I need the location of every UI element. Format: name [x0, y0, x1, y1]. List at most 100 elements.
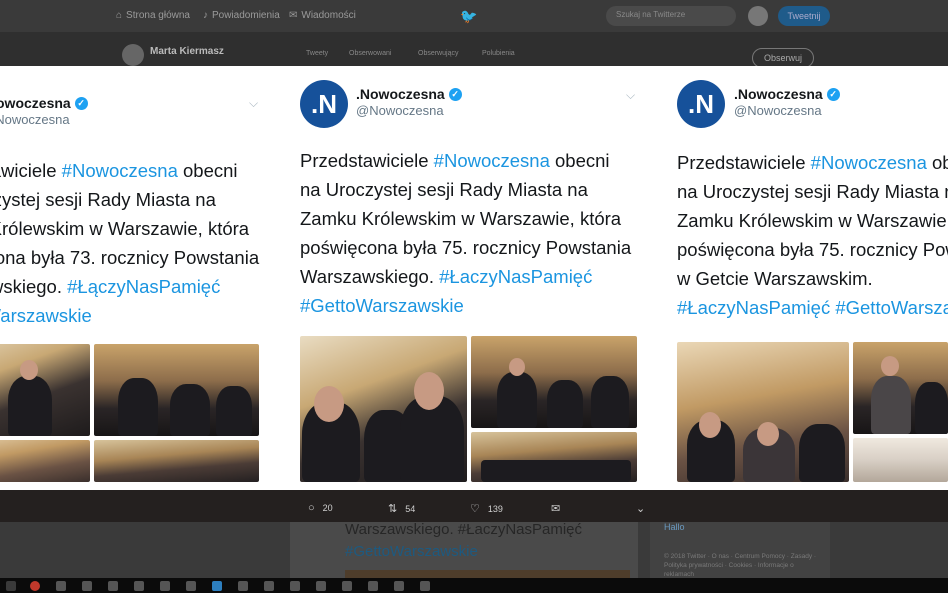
reply-icon: ○: [308, 502, 315, 514]
tweet-card-3[interactable]: .N .Nowoczesna ✓ @Nowoczesna Przedstawici…: [666, 66, 948, 490]
nav-home[interactable]: ⌂ Strona główna: [116, 10, 190, 21]
tweet-line: #GettoWarszawskie: [0, 301, 259, 330]
hashtag-link[interactable]: #ŁaczyNasPamięć: [439, 266, 592, 287]
chevron-down-icon[interactable]: ⌵: [249, 96, 258, 111]
more-button[interactable]: ⌄: [636, 502, 645, 515]
text-span: Warszawskiego.: [0, 276, 62, 297]
tweet-photo[interactable]: [0, 440, 90, 482]
tweet-card-2[interactable]: .N .Nowoczesna ✓ @Nowoczesna ⌵ Przedstawi…: [288, 66, 654, 490]
person-figure: [118, 378, 158, 436]
stat-following[interactable]: Obserwowani: [349, 50, 391, 57]
stat-tweets[interactable]: Tweety: [306, 50, 328, 57]
tweet-line: Warszawskiego. #ŁączyNasPamięć: [0, 272, 259, 301]
background-tweet-line: Warszawskiego. #ŁaczyNasPamięć: [345, 521, 583, 538]
tweet-line: poświęcona była 75. rocznicy Powstania: [300, 237, 632, 258]
tweet-photo[interactable]: [471, 432, 637, 482]
handle[interactable]: @Nowoczesna: [0, 112, 70, 127]
tweet-photo[interactable]: [94, 440, 259, 482]
app-icon[interactable]: [108, 581, 118, 591]
app-icon[interactable]: [264, 581, 274, 591]
retweet-button[interactable]: ⇅ 54: [388, 502, 415, 515]
app-icon[interactable]: [238, 581, 248, 591]
hashtag-link[interactable]: #GettoWarszawskie: [0, 305, 92, 326]
chevron-down-icon[interactable]: ⌵: [626, 88, 635, 103]
display-name[interactable]: .Nowoczesna✓: [0, 95, 88, 111]
tweet-text: Przedstawiciele #Nowoczesna obecni na Ur…: [0, 156, 259, 330]
avatar[interactable]: .N: [300, 80, 348, 128]
stat-followers[interactable]: Obserwujący: [418, 50, 458, 57]
tweet-photo[interactable]: [677, 342, 849, 482]
message-button[interactable]: ✉: [551, 502, 560, 515]
tweet-line: #GettoWarszawskie: [300, 291, 631, 320]
hashtag-link[interactable]: #Nowoczesna: [434, 150, 550, 171]
tweet-photo[interactable]: [0, 344, 90, 436]
tweet-text: Przedstawiciele #Nowoczesna obecni na Ur…: [300, 146, 631, 320]
person-head: [314, 386, 344, 422]
tweet-photo[interactable]: [853, 438, 948, 482]
app-icon[interactable]: [186, 581, 196, 591]
handle[interactable]: @Nowoczesna: [356, 103, 444, 118]
envelope-icon: ✉: [289, 10, 298, 21]
app-icon[interactable]: [82, 581, 92, 591]
tweet-line: na Uroczystej sesji Rady Miasta na: [677, 181, 948, 202]
text-span: Warszawskiego.: [300, 266, 440, 287]
follow-button[interactable]: Obserwuj: [752, 48, 814, 68]
tweet-line: na Uroczystej sesji Rady Miasta na: [0, 189, 216, 210]
app-icon[interactable]: [420, 581, 430, 591]
footer-links[interactable]: © 2018 Twitter · O nas · Centrum Pomocy …: [664, 552, 824, 579]
person-figure: [547, 380, 583, 428]
app-icon[interactable]: [290, 581, 300, 591]
tweet-photo[interactable]: [94, 344, 259, 436]
app-icon[interactable]: [30, 581, 40, 591]
os-taskbar: [0, 578, 948, 593]
tweet-photo[interactable]: [300, 336, 467, 482]
search-input[interactable]: Szukaj na Twitterze: [606, 6, 736, 26]
person-figure: [8, 376, 52, 436]
app-icon[interactable]: [394, 581, 404, 591]
start-icon[interactable]: [6, 581, 16, 591]
handle[interactable]: @Nowoczesna: [734, 103, 822, 118]
hashtag-link[interactable]: #Nowoczesna: [811, 152, 927, 173]
hashtag-link[interactable]: #GettoWarszawskie: [300, 295, 464, 316]
person-figure: [799, 424, 845, 482]
tweet-photo[interactable]: [853, 342, 948, 434]
reply-button[interactable]: ○ 20: [308, 502, 333, 514]
tweet-line: Przedstawiciele #Nowoczesna obecni: [677, 148, 948, 177]
app-icon[interactable]: [316, 581, 326, 591]
own-avatar[interactable]: [748, 6, 768, 26]
tweet-line: Zamku Królewskim w Warszawie, która: [300, 208, 622, 229]
tweet-card-1[interactable]: .N .Nowoczesna✓ @Nowoczesna ⌵ Przedstawi…: [0, 66, 277, 490]
tweet-button[interactable]: Tweetnij: [778, 6, 830, 26]
profile-name[interactable]: Marta Kiermasz: [150, 46, 224, 57]
hashtag-link[interactable]: #ŁączyNasPamięć: [67, 276, 220, 297]
person-figure: [170, 384, 210, 436]
app-icon[interactable]: [342, 581, 352, 591]
nav-home-label: Strona główna: [126, 10, 190, 21]
profile-avatar[interactable]: [122, 44, 144, 66]
hashtag-link[interactable]: #GettoWarszawskie: [835, 297, 948, 318]
app-icon[interactable]: [212, 581, 222, 591]
avatar[interactable]: .N: [677, 80, 725, 128]
tweet-line: na Uroczystej sesji Rady Miasta na: [300, 179, 588, 200]
nav-notifications[interactable]: ♪ Powiadomienia: [203, 10, 280, 21]
display-name[interactable]: .Nowoczesna✓: [734, 86, 840, 102]
tweet-line: poświęcona była 75. rocznicy Powstania: [677, 239, 948, 260]
nav-messages[interactable]: ✉ Wiadomości: [289, 10, 356, 21]
app-icon[interactable]: [160, 581, 170, 591]
hashtag-link[interactable]: #Nowoczesna: [62, 160, 178, 181]
person-head: [509, 358, 525, 376]
sidebar-label[interactable]: Hallo: [664, 522, 685, 532]
crowd-figure: [481, 460, 631, 482]
display-name[interactable]: .Nowoczesna✓: [356, 86, 462, 102]
home-icon: ⌂: [116, 10, 123, 21]
background-hashtag[interactable]: #GettoWarszawskie: [345, 543, 478, 560]
hashtag-link[interactable]: #ŁaczyNasPamięć: [677, 297, 830, 318]
stat-likes[interactable]: Polubienia: [482, 50, 515, 57]
person-head: [881, 356, 899, 376]
app-icon[interactable]: [368, 581, 378, 591]
tweet-line: poświęcona była 73. rocznicy Powstania: [0, 247, 260, 268]
app-icon[interactable]: [56, 581, 66, 591]
app-icon[interactable]: [134, 581, 144, 591]
like-button[interactable]: ♡ 139: [470, 502, 503, 515]
tweet-photo[interactable]: [471, 336, 637, 428]
